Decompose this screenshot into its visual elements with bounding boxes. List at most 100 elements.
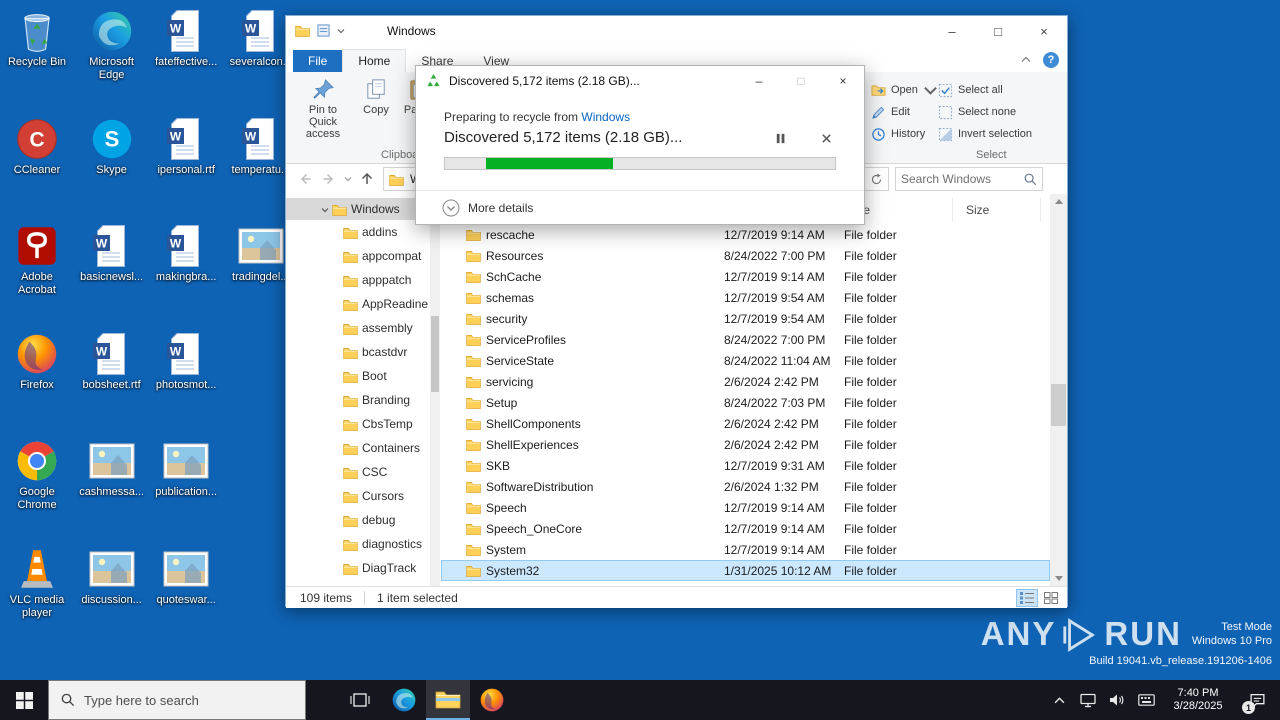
tree-item-addins[interactable]: addins: [286, 220, 430, 244]
tree-item-appcompat[interactable]: appcompat: [286, 244, 430, 268]
refresh-icon[interactable]: [870, 172, 883, 186]
desktop-icon-vlc-media-player[interactable]: VLC media player: [2, 546, 72, 620]
forward-button[interactable]: [317, 170, 341, 188]
file-row-setup[interactable]: Setup 8/24/2022 7:03 PM File folder: [441, 392, 1050, 413]
pin-to-quick-access-button[interactable]: Pin to Quick access: [294, 77, 352, 140]
minimize-button[interactable]: –: [929, 16, 975, 46]
copy-button[interactable]: Copy: [356, 77, 396, 116]
select-none-button[interactable]: Select none: [938, 103, 1016, 121]
up-button[interactable]: [355, 170, 379, 188]
dialog-titlebar[interactable]: Discovered 5,172 items (2.18 GB)... – □ …: [416, 66, 864, 96]
edit-button[interactable]: Edit: [871, 103, 910, 121]
file-row-security[interactable]: security 12/7/2019 9:54 AM File folder: [441, 308, 1050, 329]
taskbar-search-input[interactable]: [84, 692, 269, 708]
cancel-button[interactable]: [814, 126, 838, 150]
tree-item-branding[interactable]: Branding: [286, 388, 430, 412]
tree-item-boot[interactable]: Boot: [286, 364, 430, 388]
history-button[interactable]: History: [871, 125, 925, 143]
tree-item-bcastdvr[interactable]: bcastdvr: [286, 340, 430, 364]
desktop-icon-recycle-bin[interactable]: Recycle Bin: [2, 8, 72, 69]
taskbar-search[interactable]: [48, 680, 306, 720]
details-view-button[interactable]: [1016, 589, 1038, 607]
desktop-icon-discussion[interactable]: discussion...: [77, 546, 147, 607]
file-row-softwaredistribution[interactable]: SoftwareDistribution 2/6/2024 1:32 PM File…: [441, 476, 1050, 497]
desktop-icon-publication[interactable]: publication...: [151, 438, 221, 499]
desktop-icon-google-chrome[interactable]: Google Chrome: [2, 438, 72, 512]
file-row-schemas[interactable]: schemas 12/7/2019 9:54 AM File folder: [441, 287, 1050, 308]
dialog-close-button[interactable]: ×: [822, 66, 864, 96]
network-icon[interactable]: [1078, 688, 1098, 712]
file-row-schcache[interactable]: SchCache 12/7/2019 9:14 AM File folder: [441, 266, 1050, 287]
help-icon[interactable]: ?: [1043, 52, 1059, 68]
tab-file[interactable]: File: [293, 50, 343, 72]
tree-item-cbstemp[interactable]: CbsTemp: [286, 412, 430, 436]
file-row-system[interactable]: System 12/7/2019 9:14 AM File folder: [441, 539, 1050, 560]
start-button[interactable]: [0, 680, 48, 720]
taskbar-firefox-button[interactable]: [470, 680, 514, 720]
file-row-shellexperiences[interactable]: ShellExperiences 2/6/2024 2:42 PM File fol…: [441, 434, 1050, 455]
tree-item-windows[interactable]: Windows: [286, 198, 430, 220]
more-details-expander-icon[interactable]: [442, 199, 460, 217]
file-row-shellcomponents[interactable]: ShellComponents 2/6/2024 2:42 PM File fold…: [441, 413, 1050, 434]
file-row-servicestate[interactable]: ServiceState 8/24/2022 11:04 AM File folde…: [441, 350, 1050, 371]
desktop-icon-ccleaner[interactable]: C CCleaner: [2, 116, 72, 177]
tree-item-apppatch[interactable]: apppatch: [286, 268, 430, 292]
back-button[interactable]: [293, 170, 317, 188]
desktop-icon-fateffective[interactable]: Wfateffective...: [151, 8, 221, 69]
file-row-skb[interactable]: SKB 12/7/2019 9:31 AM File folder: [441, 455, 1050, 476]
desktop-icon-cashmessa[interactable]: cashmessa...: [77, 438, 147, 499]
taskbar-edge-button[interactable]: [382, 680, 426, 720]
tree-item-appreadine[interactable]: AppReadine: [286, 292, 430, 316]
tree-item-diagtrack[interactable]: DiagTrack: [286, 556, 430, 580]
tree-item-debug[interactable]: debug: [286, 508, 430, 532]
desktop-icon-photosmot[interactable]: Wphotosmot...: [151, 331, 221, 392]
qat-chevron-down-icon[interactable]: [337, 22, 345, 40]
desktop-icon-makingbra[interactable]: Wmakingbra...: [151, 223, 221, 284]
keyboard-icon[interactable]: [1136, 688, 1156, 712]
volume-icon[interactable]: [1107, 688, 1127, 712]
file-row-speech[interactable]: Speech 12/7/2019 9:14 AM File folder: [441, 497, 1050, 518]
maximize-button[interactable]: □: [975, 16, 1021, 46]
file-row-system32[interactable]: System32 1/31/2025 10:12 AM File folder: [441, 560, 1050, 581]
tree-chevron-down-icon[interactable]: [321, 202, 329, 216]
column-header-size[interactable]: Size: [953, 198, 1041, 222]
tree-item-cursors[interactable]: Cursors: [286, 484, 430, 508]
desktop-icon-bobsheet-rtf[interactable]: Wbobsheet.rtf: [77, 331, 147, 392]
tree-item-csc[interactable]: CSC: [286, 460, 430, 484]
more-details-label[interactable]: More details: [468, 201, 533, 215]
desktop-icon-basicnewsl[interactable]: Wbasicnewsl...: [77, 223, 147, 284]
quick-access-toolbar-icon[interactable]: [317, 22, 330, 40]
pause-button[interactable]: [768, 126, 792, 150]
taskbar-explorer-button[interactable]: [426, 680, 470, 720]
tree-item-diagnostics[interactable]: diagnostics: [286, 532, 430, 556]
file-row-rescache[interactable]: rescache 12/7/2019 9:14 AM File folder: [441, 224, 1050, 245]
explorer-titlebar[interactable]: Windows – □ ×: [286, 16, 1067, 46]
open-button[interactable]: Open: [871, 81, 938, 99]
recent-locations-chevron-icon[interactable]: [341, 170, 355, 188]
select-all-button[interactable]: Select all: [938, 81, 1003, 99]
clock[interactable]: 7:40 PM 3/28/2025: [1165, 687, 1231, 713]
search-icon[interactable]: [1023, 170, 1037, 188]
tree-item-assembly[interactable]: assembly: [286, 316, 430, 340]
scroll-up-icon[interactable]: [1050, 194, 1067, 209]
file-row-servicing[interactable]: servicing 2/6/2024 2:42 PM File folder: [441, 371, 1050, 392]
thumbnails-view-button[interactable]: [1040, 589, 1062, 607]
search-input[interactable]: [901, 172, 1023, 186]
file-row-resources[interactable]: Resources 8/24/2022 7:00 PM File folder: [441, 245, 1050, 266]
windows-folder-link[interactable]: Windows: [581, 110, 630, 124]
desktop-icon-microsoft-edge[interactable]: Microsoft Edge: [77, 8, 147, 82]
task-view-button[interactable]: [338, 680, 382, 720]
desktop-icon-firefox[interactable]: Firefox: [2, 331, 72, 392]
scroll-down-icon[interactable]: [1050, 571, 1067, 586]
dialog-minimize-button[interactable]: –: [738, 66, 780, 96]
desktop-icon-skype[interactable]: S Skype: [77, 116, 147, 177]
tree-item-containers[interactable]: Containers: [286, 436, 430, 460]
tab-home[interactable]: Home: [342, 49, 407, 72]
file-row-serviceprofiles[interactable]: ServiceProfiles 8/24/2022 7:00 PM File fol…: [441, 329, 1050, 350]
file-row-speech-onecore[interactable]: Speech_OneCore 12/7/2019 9:14 AM File fold…: [441, 518, 1050, 539]
desktop-icon-ipersonal-rtf[interactable]: Wipersonal.rtf: [151, 116, 221, 177]
ribbon-collapse-icon[interactable]: [1021, 51, 1031, 69]
invert-selection-button[interactable]: Invert selection: [938, 125, 1032, 143]
desktop-icon-quoteswar[interactable]: quoteswar...: [151, 546, 221, 607]
list-scrollbar[interactable]: [1050, 194, 1067, 586]
